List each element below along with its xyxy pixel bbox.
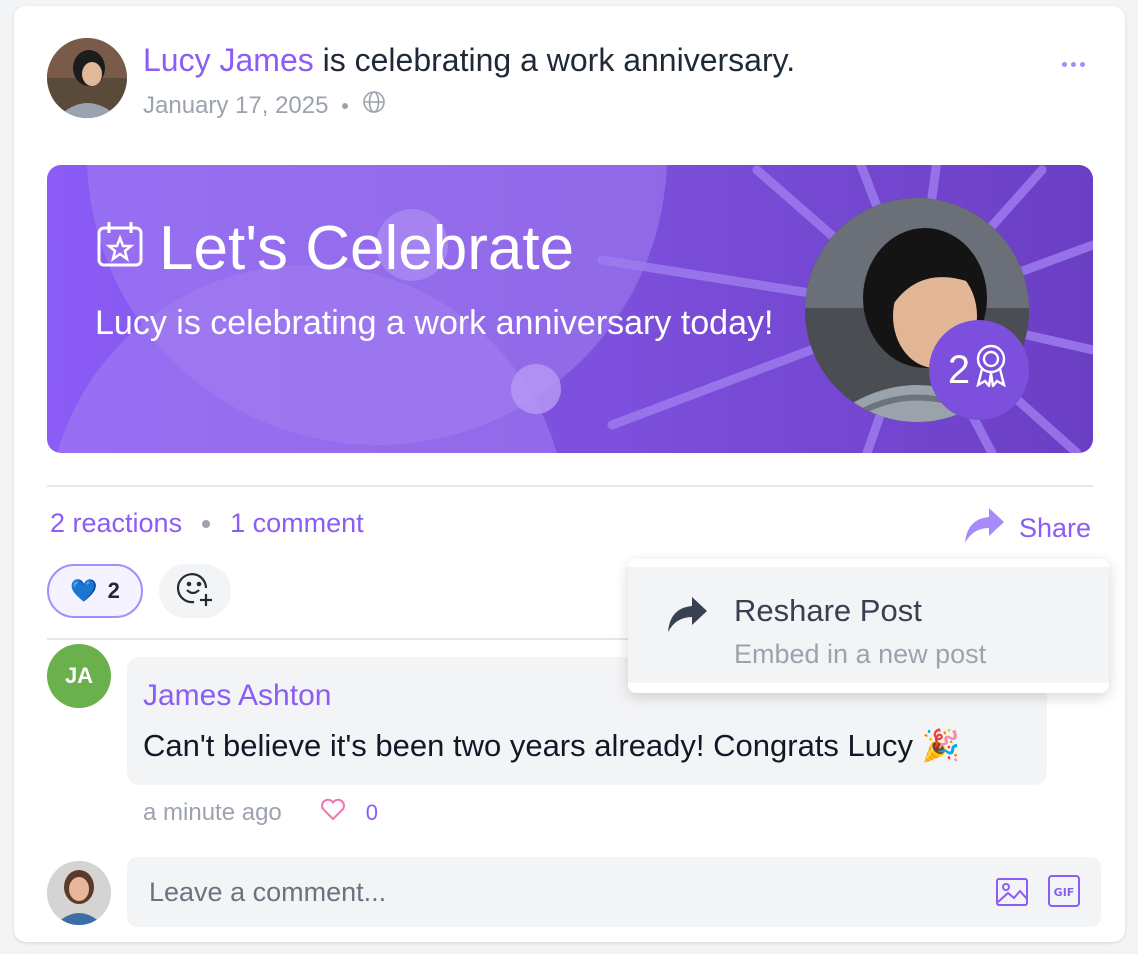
post-date: January 17, 2025 — [143, 91, 329, 119]
reshare-post-title: Reshare Post — [734, 593, 922, 628]
current-user-avatar[interactable] — [47, 861, 111, 925]
stats-separator — [202, 519, 211, 528]
blue-heart-icon: 💙 — [70, 578, 98, 603]
reshare-post-subtitle: Embed in a new post — [734, 639, 987, 669]
author-avatar[interactable] — [47, 38, 127, 118]
award-ribbon-icon — [972, 343, 1010, 397]
anniversary-years: 2 — [947, 347, 971, 392]
author-name-link[interactable]: Lucy James — [143, 42, 314, 78]
svg-text:GIF: GIF — [1054, 886, 1075, 899]
celebration-banner: Let's Celebrate Lucy is celebrating a wo… — [47, 165, 1093, 453]
stats-divider-top — [47, 485, 1093, 487]
share-button[interactable]: Share — [963, 506, 1091, 551]
post-action-text: is celebrating a work anniversary. — [313, 42, 796, 78]
anniversary-years-badge: 2 — [929, 320, 1029, 420]
image-icon[interactable] — [995, 875, 1029, 914]
banner-title: Let's Celebrate — [95, 213, 574, 284]
post-headline: Lucy James is celebrating a work anniver… — [143, 42, 795, 79]
reshare-post-menu-item[interactable]: Reshare Post Embed in a new post — [628, 567, 1109, 683]
post-meta: January 17, 2025 — [143, 90, 386, 121]
banner-title-text: Let's Celebrate — [159, 214, 575, 283]
reactions-count-link[interactable]: 2 reactions — [50, 508, 182, 539]
banner-subtitle: Lucy is celebrating a work anniversary t… — [95, 304, 774, 342]
comment-meta: a minute ago 0 — [143, 798, 378, 828]
globe-icon — [362, 90, 386, 121]
commenter-name-link[interactable]: James Ashton — [143, 679, 331, 713]
comment-composer: GIF — [127, 857, 1101, 927]
more-options-button[interactable] — [1053, 46, 1093, 82]
comments-count-link[interactable]: 1 comment — [230, 508, 364, 539]
comment-input[interactable] — [149, 857, 949, 927]
comment-like-count: 0 — [365, 800, 379, 825]
comment-time: a minute ago — [143, 799, 282, 826]
heart-reaction-button[interactable]: 💙 2 — [47, 564, 143, 618]
comment-text: Can't believe it's been two years alread… — [143, 728, 961, 763]
add-reaction-button[interactable] — [159, 564, 231, 618]
share-label: Share — [1018, 513, 1091, 543]
gif-icon[interactable]: GIF — [1047, 874, 1081, 913]
comment-like-button[interactable]: 0 — [320, 798, 378, 828]
more-horizontal-icon — [1061, 61, 1067, 67]
share-arrow-icon — [963, 506, 1005, 551]
reaction-count: 2 — [107, 578, 120, 603]
calendar-star-icon — [95, 213, 145, 284]
share-dropdown-menu: Reshare Post Embed in a new post — [628, 559, 1109, 693]
share-arrow-icon — [666, 595, 708, 638]
smiley-plus-icon — [176, 570, 214, 613]
meta-separator — [342, 102, 349, 109]
post-stats: 2 reactions 1 comment — [50, 508, 364, 539]
heart-outline-icon — [320, 798, 346, 828]
post-card: Lucy James is celebrating a work anniver… — [14, 6, 1125, 942]
commenter-avatar[interactable]: JA — [47, 644, 111, 708]
